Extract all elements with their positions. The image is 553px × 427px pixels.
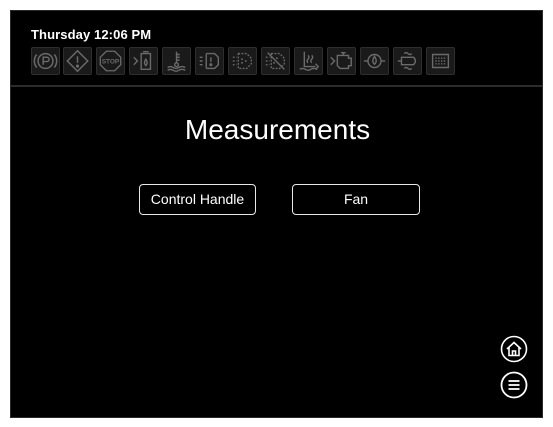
warning-icon [63, 47, 92, 75]
glow-plug-icon [393, 47, 422, 75]
page-title: Measurements [184, 114, 371, 145]
fuel-water-icon [129, 47, 158, 75]
stop-icon: STOP [96, 47, 125, 75]
header-divider [11, 85, 542, 87]
fan-button[interactable]: Fan [292, 184, 420, 215]
coolant-temp-icon [162, 47, 191, 75]
parking-brake-icon [31, 47, 60, 75]
menu-button[interactable] [500, 371, 528, 399]
home-button[interactable] [500, 335, 528, 363]
oil-pressure-icon [360, 47, 389, 75]
air-filter-icon [426, 47, 455, 75]
regen-inhibit-icon [261, 47, 290, 75]
control-handle-button[interactable]: Control Handle [139, 184, 256, 215]
def-fluid-icon [195, 47, 224, 75]
engine-icon [327, 47, 356, 75]
svg-text:STOP: STOP [102, 59, 120, 66]
hest-icon [294, 47, 323, 75]
home-icon [500, 335, 528, 363]
menu-icon [500, 371, 528, 399]
screen: Thursday 12:06 PM STOP Measurements Cont… [10, 10, 543, 418]
dpf-regen-icon [228, 47, 257, 75]
telltale-bar: STOP [31, 47, 542, 75]
datetime-label: Thursday 12:06 PM [31, 27, 152, 42]
